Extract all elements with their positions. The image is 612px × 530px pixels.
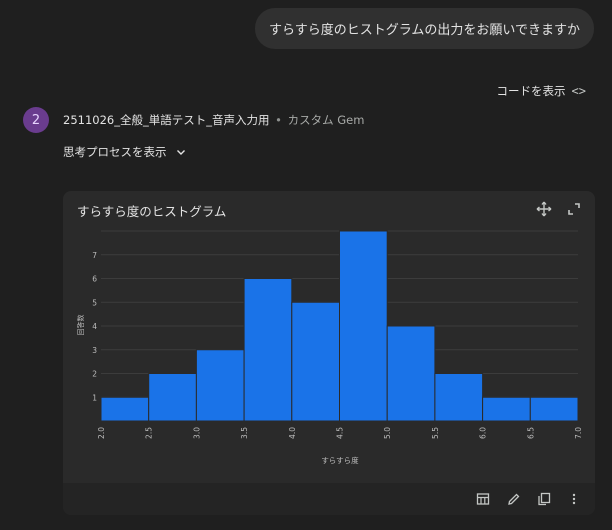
x-tick-label: 2.5 [145, 427, 154, 439]
code-brackets-icon: <> [571, 84, 586, 98]
x-tick-label: 6.5 [526, 427, 535, 439]
x-tick-label: 5.0 [383, 427, 392, 439]
gem-avatar[interactable]: 2 [23, 107, 49, 133]
table-icon[interactable] [476, 492, 490, 506]
y-axis-label: 回答数 [76, 315, 85, 336]
histogram-bar[interactable] [291, 301, 341, 422]
histogram-bar[interactable] [434, 373, 484, 422]
x-tick-label: 7.0 [574, 427, 583, 439]
chart-title: すらすら度のヒストグラム [77, 204, 227, 219]
gem-separator: • [275, 113, 282, 127]
move-icon[interactable] [536, 201, 552, 217]
y-tick-label: 1 [92, 393, 97, 402]
histogram-bar[interactable] [339, 230, 388, 422]
histogram-bar[interactable] [386, 325, 436, 422]
histogram-bar[interactable] [195, 349, 245, 422]
x-tick-label: 4.0 [288, 427, 297, 439]
gem-avatar-number: 2 [31, 112, 41, 128]
x-tick-label: 2.0 [97, 427, 106, 439]
histogram-bar[interactable] [243, 278, 293, 422]
y-tick-label: 5 [92, 298, 97, 307]
x-tick-label: 5.5 [431, 427, 440, 439]
x-axis-label: すらすら度 [321, 455, 359, 465]
user-message-bubble: すらすら度のヒストグラムの出力をお願いできますか [255, 8, 594, 49]
show-thinking-toggle[interactable]: 思考プロセスを表示 [63, 144, 187, 160]
chevron-down-icon [176, 150, 185, 155]
x-tick-label: 4.5 [336, 427, 345, 439]
x-tick-label: 3.5 [240, 427, 249, 439]
gem-name-line: 2511026_全般_単語テスト_音声入力用 • カスタム Gem [63, 112, 364, 128]
histogram-bar[interactable] [529, 396, 579, 422]
histogram-bar[interactable] [482, 396, 531, 422]
copy-icon[interactable] [537, 492, 551, 506]
user-message-text: すらすら度のヒストグラムの出力をお願いできますか [269, 23, 580, 38]
y-tick-label: 2 [92, 370, 97, 379]
show-code-label: コードを表示 [496, 84, 566, 98]
gem-suffix: カスタム Gem [287, 113, 365, 127]
pencil-icon[interactable] [507, 492, 521, 506]
thinking-label: 思考プロセスを表示 [63, 145, 167, 159]
x-tick-label: 3.0 [192, 427, 201, 439]
chart-card: すらすら度のヒストグラム 1 2 3 4 5 6 7 2.0 2.5 3.0 3.5 4.0 4.5 5… [63, 191, 595, 515]
expand-icon[interactable] [566, 201, 582, 217]
y-tick-label: 3 [92, 346, 97, 355]
more-vert-icon[interactable] [567, 492, 581, 506]
histogram-chart: 1 2 3 4 5 6 7 2.0 2.5 3.0 3.5 4.0 4.5 5.0 5.5 6.0 6.5 7.… [76, 230, 583, 465]
y-tick-label: 6 [92, 275, 97, 284]
show-code-button[interactable]: コードを表示 <> [497, 83, 586, 99]
x-tick-label: 6.0 [479, 427, 488, 439]
y-tick-label: 7 [92, 251, 97, 260]
histogram-bar[interactable] [148, 373, 197, 422]
histogram-bar[interactable] [100, 396, 150, 422]
chart-footer-toolbar [63, 483, 595, 515]
chart-header: すらすら度のヒストグラム [63, 191, 595, 227]
gem-name: 2511026_全般_単語テスト_音声入力用 [63, 113, 270, 127]
gem-header: 2 2511026_全般_単語テスト_音声入力用 • カスタム Gem [23, 107, 364, 133]
y-tick-label: 4 [92, 322, 97, 331]
